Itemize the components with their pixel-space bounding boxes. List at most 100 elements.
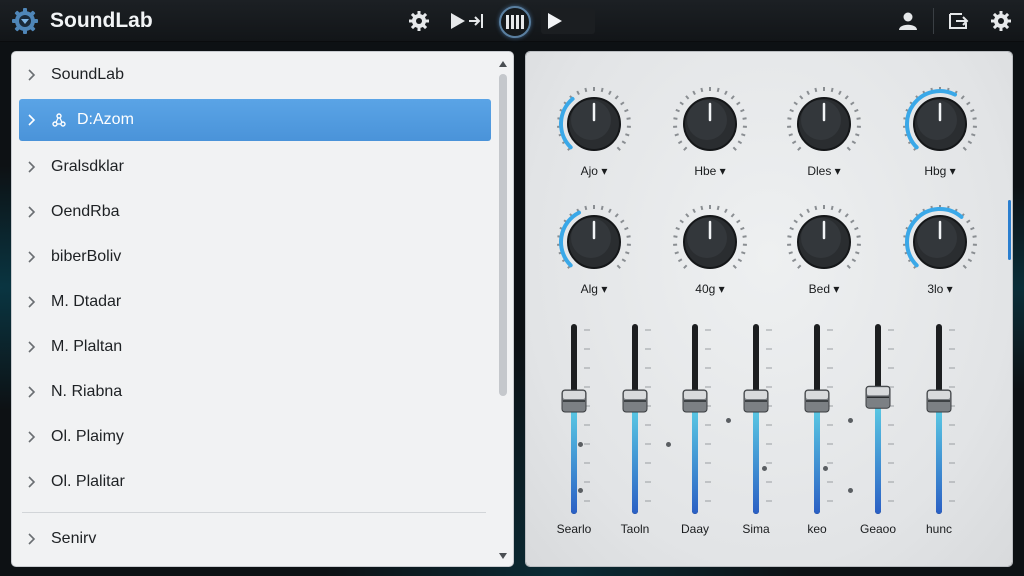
knob[interactable]: Bed ▾ bbox=[784, 202, 864, 302]
fader-track[interactable] bbox=[797, 324, 837, 524]
knob-label[interactable]: Hbe ▾ bbox=[670, 164, 750, 178]
list-item-label: SoundLab bbox=[51, 66, 124, 83]
app-title: SoundLab bbox=[50, 9, 153, 32]
knob-label[interactable]: Bed ▾ bbox=[784, 282, 864, 296]
knob[interactable]: Hbe ▾ bbox=[670, 84, 750, 184]
fader[interactable] bbox=[919, 324, 959, 554]
fader-marker-dot bbox=[578, 442, 583, 447]
fader-marker-dot bbox=[848, 488, 853, 493]
list-item-label: Gralsdklar bbox=[51, 158, 124, 175]
play-step-button[interactable] bbox=[446, 8, 488, 34]
list-item[interactable]: OendRba bbox=[19, 191, 491, 233]
scroll-up-arrow-icon[interactable] bbox=[496, 58, 510, 70]
knob-label[interactable]: Hbg ▾ bbox=[900, 164, 980, 178]
bars-button[interactable] bbox=[499, 6, 531, 38]
fader[interactable] bbox=[675, 324, 715, 554]
bars-icon bbox=[506, 15, 524, 29]
export-icon bbox=[949, 13, 969, 29]
knob-label[interactable]: Alg ▾ bbox=[554, 282, 634, 296]
knob-label[interactable]: 40g ▾ bbox=[670, 282, 750, 296]
toolbar-divider bbox=[933, 8, 934, 34]
list-item-label: Ol. Plaimy bbox=[51, 428, 124, 445]
nodes-icon bbox=[51, 112, 67, 128]
fader[interactable] bbox=[554, 324, 594, 554]
fader-marker-dot bbox=[578, 488, 583, 493]
list-item-label: M. Plaltan bbox=[51, 338, 123, 355]
browser-list-panel: SoundLab D:Azom Gralsdklar OendRba biber… bbox=[12, 52, 513, 566]
chevron-right-icon bbox=[25, 160, 39, 174]
list-item[interactable]: Ol. Plaimy bbox=[19, 416, 491, 458]
knob-dial[interactable] bbox=[900, 202, 980, 282]
chevron-right-icon bbox=[25, 340, 39, 354]
fader[interactable] bbox=[736, 324, 776, 554]
knob-label[interactable]: 3lo ▾ bbox=[900, 282, 980, 296]
knob-dial[interactable] bbox=[900, 84, 980, 164]
chevron-right-icon bbox=[25, 113, 39, 127]
fader[interactable] bbox=[797, 324, 837, 554]
list-item-label: Senirv bbox=[51, 530, 97, 547]
fader-track[interactable] bbox=[736, 324, 776, 524]
list-item[interactable]: M. Dtadar bbox=[19, 281, 491, 323]
knob-dial[interactable] bbox=[554, 202, 634, 282]
fader-marker-dot bbox=[823, 466, 828, 471]
list-item-label: OendRba bbox=[51, 203, 120, 220]
list-item[interactable]: N. Riabna bbox=[19, 371, 491, 413]
list-item[interactable]: Gralsdklar bbox=[19, 146, 491, 188]
chevron-right-icon bbox=[25, 68, 39, 82]
fader-label: hunc bbox=[925, 522, 953, 536]
export-button[interactable] bbox=[946, 8, 972, 34]
knob-dial[interactable] bbox=[670, 84, 750, 164]
gear-icon bbox=[991, 11, 1011, 31]
play-button[interactable] bbox=[541, 8, 595, 34]
knob[interactable]: 40g ▾ bbox=[670, 202, 750, 302]
gear-logo-icon bbox=[10, 6, 40, 36]
fader[interactable] bbox=[615, 324, 655, 554]
fader-label: Geaoo bbox=[859, 522, 897, 536]
knob[interactable]: Ajo ▾ bbox=[554, 84, 634, 184]
scroll-thumb[interactable] bbox=[499, 74, 507, 396]
list-item[interactable]: Ol. Plalitar bbox=[19, 461, 491, 503]
knob[interactable]: Hbg ▾ bbox=[900, 84, 980, 184]
knob-label[interactable]: Dles ▾ bbox=[784, 164, 864, 178]
fader-track[interactable] bbox=[615, 324, 655, 524]
fader-track[interactable] bbox=[858, 324, 898, 524]
fader-marker-dot bbox=[726, 418, 731, 423]
knob[interactable]: Alg ▾ bbox=[554, 202, 634, 302]
fader-track[interactable] bbox=[675, 324, 715, 524]
fader-track[interactable] bbox=[554, 324, 594, 524]
fader-track[interactable] bbox=[919, 324, 959, 524]
fader-marker-dot bbox=[666, 442, 671, 447]
play-icon bbox=[548, 13, 562, 29]
top-bar: SoundLab bbox=[0, 0, 1024, 42]
list-item[interactable]: SoundLab bbox=[19, 54, 491, 96]
list-item[interactable]: biberBoliv bbox=[19, 236, 491, 278]
chevron-right-icon bbox=[25, 295, 39, 309]
knob[interactable]: Dles ▾ bbox=[784, 84, 864, 184]
knob-dial[interactable] bbox=[554, 84, 634, 164]
list-item-label: Ol. Plalitar bbox=[51, 473, 125, 490]
list-item-label: D:Azom bbox=[77, 111, 134, 128]
settings-icon bbox=[409, 11, 429, 31]
user-button[interactable] bbox=[896, 8, 920, 34]
knob-label[interactable]: Ajo ▾ bbox=[554, 164, 634, 178]
knob-dial[interactable] bbox=[784, 84, 864, 164]
list-item[interactable]: Senirv bbox=[19, 518, 491, 560]
scroll-down-arrow-icon[interactable] bbox=[496, 550, 510, 562]
fader-label: Daay bbox=[680, 522, 709, 536]
fader-marker-dot bbox=[762, 466, 767, 471]
knob-dial[interactable] bbox=[784, 202, 864, 282]
knob-dial[interactable] bbox=[670, 202, 750, 282]
mixer-panel: Ajo ▾ Hbe ▾ Dles ▾ Hbg ▾ Alg ▾ 40g ▾ Bed ▾ 3lo … bbox=[526, 52, 1012, 566]
chevron-right-icon bbox=[25, 532, 39, 546]
fader[interactable] bbox=[858, 324, 898, 554]
chevron-right-icon bbox=[25, 385, 39, 399]
fader-label: Taoln bbox=[620, 522, 650, 536]
list-scrollbar[interactable] bbox=[496, 54, 510, 564]
list-item-selected[interactable]: D:Azom bbox=[19, 99, 491, 141]
panel-resize-handle[interactable] bbox=[1008, 200, 1011, 260]
gear-button[interactable] bbox=[988, 8, 1014, 34]
list-item[interactable]: M. Plaltan bbox=[19, 326, 491, 368]
settings-button[interactable] bbox=[406, 8, 432, 34]
knob[interactable]: 3lo ▾ bbox=[900, 202, 980, 302]
list-item-label: M. Dtadar bbox=[51, 293, 122, 310]
